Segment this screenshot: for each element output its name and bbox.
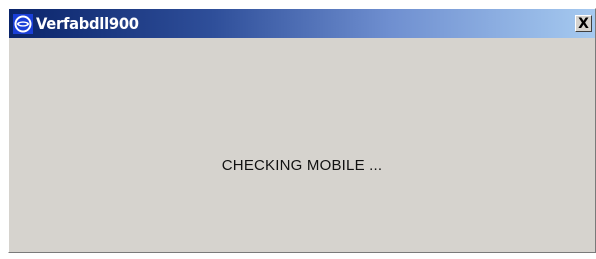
dialog-content: CHECKING MOBILE ... <box>9 38 595 252</box>
app-logo-icon <box>13 13 33 34</box>
close-button[interactable]: X <box>575 15 592 32</box>
title-bar[interactable]: Verfabdll900 X <box>9 9 595 38</box>
window-title: Verfabdll900 <box>36 14 139 33</box>
status-message: CHECKING MOBILE ... <box>221 157 383 174</box>
dialog-window: Verfabdll900 X CHECKING MOBILE ... <box>8 8 596 253</box>
